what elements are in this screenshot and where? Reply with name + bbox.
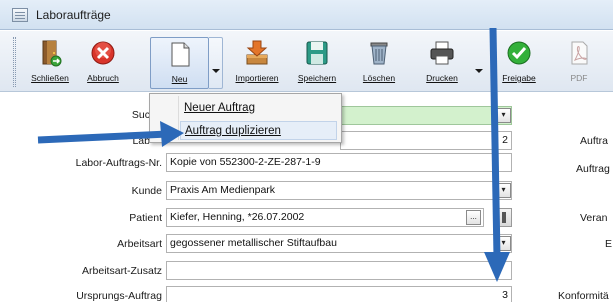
window-icon <box>12 8 28 22</box>
window-title: Laboraufträge <box>36 8 111 22</box>
arbeitsart-label: Arbeitsart <box>117 238 162 250</box>
patient-card-button[interactable] <box>495 208 512 227</box>
pdf-button-label: PDF <box>570 73 588 83</box>
save-button-label: Speichern <box>297 73 337 83</box>
zusatz-field[interactable] <box>166 261 512 280</box>
kunde-dropdown-button[interactable]: ▾ <box>496 183 511 198</box>
printer-icon <box>430 41 454 65</box>
kunde-field[interactable]: Praxis Am Medienpark <box>166 181 512 200</box>
arbeitsart-field[interactable]: gegossener metallischer Stiftaufbau <box>166 234 512 253</box>
checkmark-icon <box>507 41 531 65</box>
release-button[interactable]: Freigabe <box>494 37 544 89</box>
patient-card-icon <box>502 212 506 223</box>
menu-icon-separator <box>178 96 179 140</box>
trash-icon <box>370 42 388 65</box>
menu-item-duplicate-order[interactable]: Auftrag duplizieren <box>180 121 337 140</box>
laborauftraege-window: Laboraufträge Schließen Abbruch Neu Impo… <box>0 0 613 302</box>
chevron-down-icon <box>212 69 220 73</box>
close-button[interactable]: Schließen <box>26 37 74 89</box>
save-button[interactable]: Speichern <box>291 37 343 89</box>
release-button-label: Freigabe <box>502 73 536 83</box>
ursprung-field[interactable]: 3 <box>166 286 512 302</box>
lab-label: Lab <box>132 135 150 147</box>
search-field[interactable] <box>340 106 512 125</box>
auftrags-nr-label: Labor-Auftrags-Nr. <box>75 157 162 169</box>
zusatz-label: Arbeitsart-Zusatz <box>82 265 162 277</box>
right-label-auftrag: Auftra <box>580 135 609 147</box>
menu-item-new-order-label: Neuer Auftrag <box>184 102 255 114</box>
import-button-label: Importieren <box>235 73 279 83</box>
door-exit-icon <box>42 40 62 67</box>
cancel-icon <box>91 41 115 65</box>
lab-value: 2 <box>502 134 508 146</box>
new-dropdown-button[interactable] <box>209 37 223 89</box>
import-icon <box>246 40 268 65</box>
delete-button[interactable]: Löschen <box>354 37 404 89</box>
right-label-e: E <box>605 238 613 250</box>
new-button-label: Neu <box>171 74 188 84</box>
menu-item-new-order[interactable]: Neuer Auftrag <box>184 102 255 114</box>
cancel-button[interactable]: Abbruch <box>79 37 127 89</box>
new-document-icon <box>171 42 189 67</box>
cancel-button-label: Abbruch <box>87 73 119 83</box>
right-label-veran: Veran <box>580 212 608 224</box>
search-dropdown-button[interactable]: ▾ <box>496 108 511 123</box>
arbeitsart-dropdown-button[interactable]: ▾ <box>496 236 511 251</box>
pdf-icon <box>571 41 588 65</box>
auftrags-nr-field[interactable]: Kopie von 552300-2-ZE-287-1-9 <box>166 153 512 172</box>
kunde-label: Kunde <box>131 185 162 197</box>
toolbar-grip <box>13 37 16 87</box>
patient-browse-button[interactable]: ... <box>466 210 481 225</box>
right-label-auftrag-2: Auftrag <box>576 163 610 175</box>
import-button[interactable]: Importieren <box>231 37 283 89</box>
new-button[interactable]: Neu <box>150 37 209 89</box>
patient-label: Patient <box>129 212 162 224</box>
patient-field[interactable]: Kiefer, Henning, *26.07.2002 <box>166 208 484 227</box>
ursprung-label: Ursprungs-Auftrag <box>76 290 162 302</box>
title-bar: Laboraufträge <box>0 0 613 30</box>
delete-button-label: Löschen <box>362 73 396 83</box>
new-dropdown-menu: Neuer Auftrag Auftrag duplizieren <box>149 93 342 143</box>
print-button[interactable]: Drucken <box>417 37 467 89</box>
save-disk-icon <box>306 41 328 65</box>
print-dropdown-icon[interactable] <box>475 69 483 73</box>
menu-item-duplicate-order-label: Auftrag duplizieren <box>185 125 281 137</box>
lab-field[interactable]: 2 <box>340 131 512 150</box>
search-label: Suc <box>131 109 150 121</box>
right-label-konformitaet: Konformitä <box>558 290 609 302</box>
toolbar: Schließen Abbruch Neu Importieren Speich… <box>0 31 613 92</box>
print-button-label: Drucken <box>426 73 458 83</box>
pdf-button[interactable]: PDF <box>555 37 603 89</box>
close-button-label: Schließen <box>31 73 69 83</box>
